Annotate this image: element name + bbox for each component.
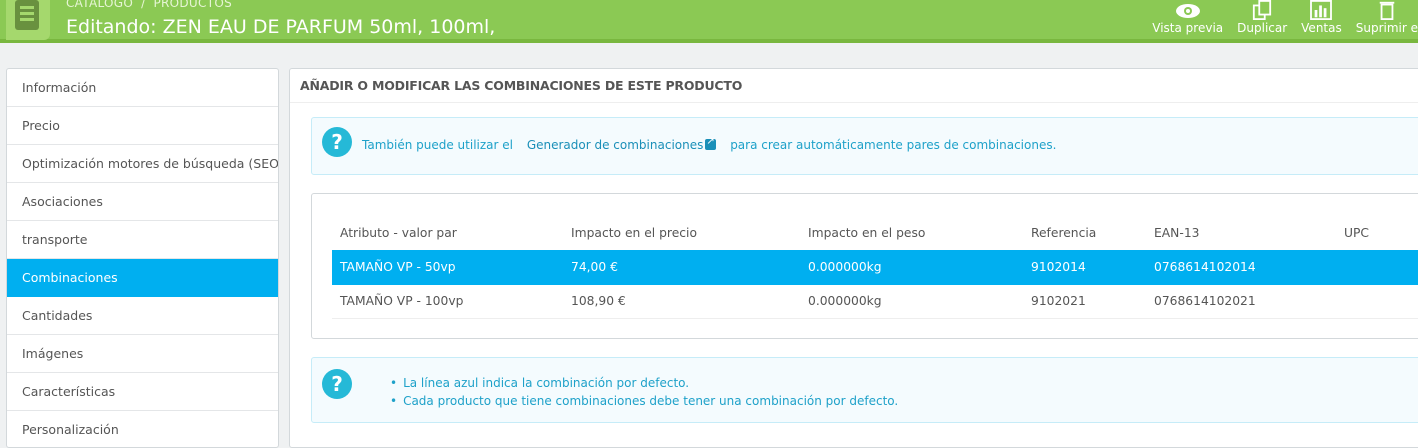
cell-attribute: TAMAÑO VP - 100vp (332, 284, 563, 319)
panel-heading: Añadir o modificar las combinaciones de … (290, 69, 1418, 103)
cell-ean13: 0768614102014 (1146, 250, 1336, 285)
sidebar-item-personalizacion[interactable]: Personalización (7, 411, 278, 447)
combinations-table: Atributo - valor par Impacto en el preci… (332, 216, 1418, 319)
sidebar-item-transporte[interactable]: transporte (7, 221, 278, 259)
product-tabs-sidebar: Información Precio Optimización motores … (6, 68, 279, 448)
external-link-icon (705, 136, 717, 150)
col-attribute: Atributo - valor par (340, 226, 457, 240)
info-bullet: La línea azul indica la combinación por … (390, 374, 898, 392)
delete-label: Suprimir e (1355, 21, 1418, 35)
question-icon: ? (322, 369, 352, 399)
catalog-book-icon (6, 0, 50, 40)
breadcrumb: CATÁLOGO / PRODUCTOS (66, 0, 232, 10)
col-reference: Referencia (1031, 226, 1097, 240)
info-bullets: La línea azul indica la combinación por … (390, 374, 898, 410)
copy-icon (1253, 0, 1272, 20)
sales-button[interactable]: Ventas (1294, 0, 1349, 40)
combinations-table-wrapper: Atributo - valor par Impacto en el preci… (311, 193, 1418, 339)
preview-button[interactable]: Vista previa (1145, 0, 1230, 40)
table-row-default[interactable]: TAMAÑO VP - 50vp 74,00 € 0.000000kg 9102… (332, 250, 1418, 285)
table-header-row: Atributo - valor par Impacto en el preci… (332, 216, 1418, 250)
sidebar-item-seo[interactable]: Optimización motores de búsqueda (SEO) (7, 145, 278, 183)
info-alert-generator: ? También puede utilizar el Generador de… (311, 117, 1418, 175)
eye-icon (1175, 4, 1200, 18)
cell-reference: 9102014 (1023, 250, 1146, 285)
preview-label: Vista previa (1152, 21, 1224, 35)
cell-price: 108,90 € (563, 284, 800, 319)
cell-price: 74,00 € (563, 250, 800, 285)
info-text-after: para crear automáticamente pares de comb… (730, 138, 1057, 152)
col-upc: UPC (1344, 226, 1370, 240)
sidebar-item-asociaciones[interactable]: Asociaciones (7, 183, 278, 221)
page-header: CATÁLOGO / PRODUCTOS Editando: ZEN EAU DE … (0, 0, 1418, 43)
cell-weight: 0.000000kg (800, 284, 1023, 319)
combination-generator-link-label: Generador de combinaciones (526, 138, 704, 152)
sidebar-item-precio[interactable]: Precio (7, 107, 278, 145)
breadcrumb-products[interactable]: PRODUCTOS (153, 0, 232, 10)
sidebar-item-caracteristicas[interactable]: Características (7, 373, 278, 411)
table-row[interactable]: TAMAÑO VP - 100vp 108,90 € 0.000000kg 91… (332, 284, 1418, 319)
cell-upc (1336, 250, 1418, 285)
toolbar: Vista previa Duplicar Ventas Suprimir e (1145, 0, 1418, 40)
combinations-panel: Añadir o modificar las combinaciones de … (289, 68, 1418, 448)
sidebar-item-informacion[interactable]: Información (7, 69, 278, 107)
duplicate-label: Duplicar (1237, 21, 1288, 35)
sidebar-item-imagenes[interactable]: Imágenes (7, 335, 278, 373)
cell-reference: 9102021 (1023, 284, 1146, 319)
cell-upc (1336, 284, 1418, 319)
bar-chart-icon (1310, 0, 1333, 20)
info-text: También puede utilizar el Generador de c… (362, 136, 1057, 152)
info-bullet: Cada producto que tiene combinaciones de… (390, 392, 898, 410)
delete-button[interactable]: Suprimir e (1349, 0, 1418, 40)
sidebar-item-cantidades[interactable]: Cantidades (7, 297, 278, 335)
sidebar-item-combinaciones[interactable]: Combinaciones (7, 259, 278, 297)
page-title: Editando: ZEN EAU DE PARFUM 50ml, 100ml, (66, 16, 496, 38)
trash-icon (1379, 1, 1395, 20)
question-icon: ? (322, 127, 352, 157)
breadcrumb-catalog[interactable]: CATÁLOGO (66, 0, 133, 10)
col-ean13: EAN-13 (1154, 226, 1200, 240)
combination-generator-link[interactable]: Generador de combinaciones (526, 136, 717, 152)
col-weight-impact: Impacto en el peso (808, 226, 926, 240)
cell-ean13: 0768614102021 (1146, 284, 1336, 319)
info-text-before: También puede utilizar el (362, 138, 513, 152)
duplicate-button[interactable]: Duplicar (1230, 0, 1294, 40)
cell-attribute: TAMAÑO VP - 50vp (332, 250, 563, 285)
sales-label: Ventas (1301, 21, 1342, 35)
col-price-impact: Impacto en el precio (571, 226, 697, 240)
info-alert-default-combination: ? La línea azul indica la combinación po… (311, 357, 1418, 423)
cell-weight: 0.000000kg (800, 250, 1023, 285)
